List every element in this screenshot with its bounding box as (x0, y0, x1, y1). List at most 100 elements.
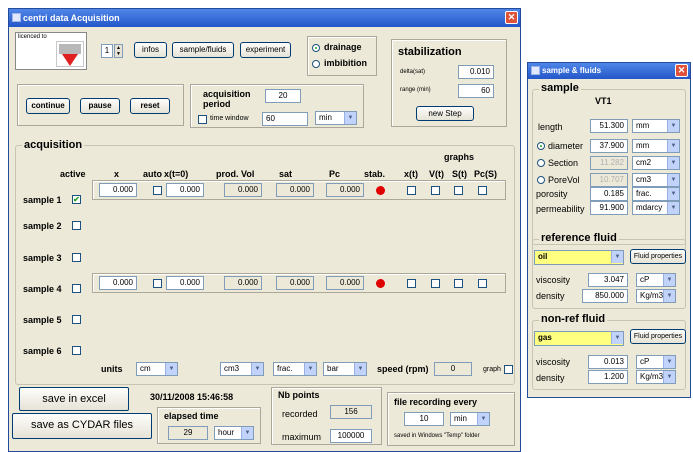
nonref-fluid-title: non-ref fluid (539, 313, 608, 325)
sample-spinner[interactable]: 1 (101, 44, 113, 58)
diameter-unit-select[interactable]: mm ▼ (632, 139, 680, 153)
speed-graph-checkbox[interactable] (504, 365, 513, 374)
file-recording-unit-select[interactable]: min ▼ (450, 412, 490, 426)
sample-1-x-input[interactable]: 0.000 (99, 183, 137, 197)
nonref-viscosity-label: viscosity (536, 357, 571, 367)
sample-4-x-input[interactable]: 0.000 (99, 276, 137, 290)
sample-1-graph-xt-checkbox[interactable] (407, 186, 416, 195)
sample-fluids-button[interactable]: sample/fluids (172, 42, 234, 58)
nonref-density-input[interactable]: 1.200 (588, 370, 628, 384)
maximum-input[interactable]: 100000 (330, 429, 372, 443)
reference-fluid-properties-button[interactable]: Fluid properties (630, 249, 686, 264)
ref-viscosity-label: viscosity (536, 275, 571, 285)
nonref-density-unit-select[interactable]: Kg/m3 ▼ (636, 370, 676, 384)
permeability-unit-select[interactable]: mdarcy ▼ (632, 201, 680, 215)
main-window: centri data Acquisition ✕ licenced to 1 … (8, 8, 521, 452)
elapsed-unit-select[interactable]: hour ▼ (214, 426, 254, 440)
continue-button[interactable]: continue (26, 98, 70, 114)
save-cydar-button[interactable]: save as CYDAR files (12, 413, 152, 439)
experiment-button[interactable]: experiment (240, 42, 291, 58)
sample-4-auto-checkbox[interactable] (153, 279, 162, 288)
main-titlebar: centri data Acquisition ✕ (9, 9, 520, 27)
section-input[interactable]: 11.282 (590, 156, 628, 170)
sample-4-graph-vt-checkbox[interactable] (431, 279, 440, 288)
nonref-viscosity-input[interactable]: 0.013 (588, 355, 628, 369)
close-button[interactable]: ✕ (505, 11, 518, 24)
chevron-down-icon: ▼ (344, 112, 356, 124)
range-input[interactable]: 60 (458, 84, 494, 98)
sample-1-auto-checkbox[interactable] (153, 186, 162, 195)
sample-1-graph-vt-checkbox[interactable] (431, 186, 440, 195)
pause-button[interactable]: pause (80, 98, 120, 114)
porosity-input[interactable]: 0.185 (590, 187, 628, 201)
acq-period-input[interactable]: 20 (265, 89, 301, 103)
sample-4-graph-xt-checkbox[interactable] (407, 279, 416, 288)
units-x-select[interactable]: cm ▼ (136, 362, 178, 376)
sample-3-active-checkbox[interactable] (72, 253, 81, 262)
sample-1-graph-st-checkbox[interactable] (454, 186, 463, 195)
chevron-down-icon: ▼ (667, 157, 679, 169)
imbibition-radio[interactable] (312, 60, 320, 68)
sample-4-graph-pcs-checkbox[interactable] (478, 279, 487, 288)
nonref-fluid-properties-button[interactable]: Fluid properties (630, 329, 686, 344)
sample-fluids-close-button[interactable]: ✕ (675, 64, 688, 77)
chevron-down-icon: ▼ (663, 356, 675, 368)
timestamp: 30/11/2008 15:46:58 (150, 392, 234, 402)
units-sat-select[interactable]: frac. ▼ (273, 362, 317, 376)
time-window-input[interactable]: 60 (262, 112, 308, 126)
file-recording-input[interactable]: 10 (404, 412, 444, 426)
imbibition-label: imbibition (324, 58, 367, 68)
section-unit-select[interactable]: cm2 ▼ (632, 156, 680, 170)
infos-button[interactable]: infos (134, 42, 167, 58)
section-radio[interactable] (537, 159, 545, 167)
sample-4-graph-st-checkbox[interactable] (454, 279, 463, 288)
ref-viscosity-input[interactable]: 3.047 (588, 273, 628, 287)
porosity-unit-select[interactable]: frac. ▼ (632, 187, 680, 201)
header-active: active (60, 169, 86, 179)
recorded-label: recorded (282, 409, 318, 419)
acq-period-unit-select[interactable]: min ▼ (315, 111, 357, 125)
sample-4-x0-input[interactable]: 0.000 (166, 276, 204, 290)
graph-label: graph (483, 366, 501, 373)
sample-4-sat-value: 0.000 (276, 276, 314, 290)
sample-2-active-checkbox[interactable] (72, 221, 81, 230)
reset-button[interactable]: reset (130, 98, 170, 114)
sample-4-active-checkbox[interactable] (72, 284, 81, 293)
save-excel-button[interactable]: save in excel (19, 387, 129, 411)
permeability-input[interactable]: 91.900 (590, 201, 628, 215)
ref-viscosity-unit-select[interactable]: cP ▼ (636, 273, 676, 287)
new-step-button[interactable]: new Step (416, 106, 474, 121)
acq-period-title-2: period (203, 99, 231, 109)
sample-6-active-checkbox[interactable] (72, 346, 81, 355)
length-input[interactable]: 51.300 (590, 119, 628, 133)
sample-1-label: sample 1 (23, 195, 62, 205)
length-unit-select[interactable]: mm ▼ (632, 119, 680, 133)
reference-fluid-select[interactable]: oil ▼ (534, 250, 624, 265)
time-window-checkbox[interactable] (198, 115, 207, 124)
units-pc-select[interactable]: bar ▼ (323, 362, 367, 376)
porevol-unit-select[interactable]: cm3 ▼ (632, 173, 680, 187)
length-label: length (538, 122, 563, 132)
main-title: centri data Acquisition (23, 13, 120, 23)
porevol-input[interactable]: 10.707 (590, 173, 628, 187)
ref-density-input[interactable]: 850.000 (582, 289, 628, 303)
sample-1-active-checkbox[interactable]: ✔ (72, 195, 81, 204)
delta-sat-input[interactable]: 0.010 (458, 65, 494, 79)
drainage-radio[interactable] (312, 44, 320, 52)
nonref-viscosity-unit-select[interactable]: cP ▼ (636, 355, 676, 369)
units-vol-select[interactable]: cm3 ▼ (220, 362, 264, 376)
diameter-input[interactable]: 37.900 (590, 139, 628, 153)
porevol-radio[interactable] (537, 176, 545, 184)
sample-1-graph-pcs-checkbox[interactable] (478, 186, 487, 195)
spinner-arrows[interactable]: ▲ ▼ (114, 44, 123, 58)
sample-5-active-checkbox[interactable] (72, 315, 81, 324)
sample-4-row: 0.000 0.000 0.000 0.000 0.000 (92, 273, 506, 293)
header-xt: x(t) (404, 169, 418, 179)
nb-points-title: Nb points (278, 390, 320, 400)
delta-sat-label: delta(sat) (400, 69, 426, 75)
diameter-radio[interactable] (537, 142, 545, 150)
ref-density-unit-select[interactable]: Kg/m3 ▼ (636, 289, 676, 303)
sample-1-x0-input[interactable]: 0.000 (166, 183, 204, 197)
nonref-fluid-select[interactable]: gas ▼ (534, 331, 624, 346)
speed-value: 0 (434, 362, 472, 376)
